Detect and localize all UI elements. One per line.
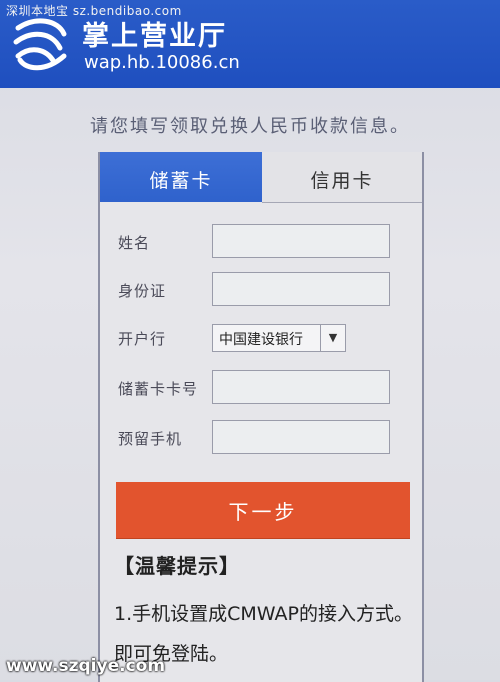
form-row-id: 身份证 bbox=[100, 272, 422, 312]
name-label: 姓名 bbox=[118, 234, 151, 252]
bank-select[interactable]: 中国建设银行 ▼ bbox=[212, 324, 346, 352]
name-input[interactable] bbox=[212, 224, 390, 258]
tab-debit-card[interactable]: 储蓄卡 bbox=[100, 152, 262, 202]
site-url: wap.hb.10086.cn bbox=[84, 52, 240, 73]
phone-label: 预留手机 bbox=[118, 430, 183, 448]
instruction-text: 请您填写领取兑换人民币收款信息。 bbox=[90, 116, 410, 137]
next-step-button[interactable]: 下一步 bbox=[116, 482, 410, 538]
header-bar: 掌上营业厅 wap.hb.10086.cn 深圳本地宝 sz.bendibao.… bbox=[0, 0, 500, 88]
watermark-bottom: www.szqiye.com bbox=[6, 656, 166, 676]
tab-credit-card[interactable]: 信用卡 bbox=[262, 152, 422, 203]
card-number-label: 储蓄卡卡号 bbox=[118, 380, 199, 398]
app-title: 掌上营业厅 bbox=[82, 21, 227, 52]
bank-label: 开户行 bbox=[118, 330, 167, 348]
form-row-bank: 开户行 中国建设银行 ▼ bbox=[100, 320, 422, 360]
tips-title: 【温馨提示】 bbox=[114, 554, 240, 578]
card-number-input[interactable] bbox=[212, 370, 390, 404]
bank-select-value: 中国建设银行 bbox=[219, 332, 303, 348]
form-row-card-number: 储蓄卡卡号 bbox=[100, 370, 422, 410]
form-panel: 储蓄卡 信用卡 姓名 身份证 开户行 中国建设银行 ▼ 储蓄卡卡号 预留手机 下… bbox=[98, 152, 424, 682]
china-mobile-logo-icon bbox=[13, 18, 67, 71]
chevron-down-icon[interactable]: ▼ bbox=[320, 325, 345, 351]
phone-input[interactable] bbox=[212, 420, 390, 454]
id-card-label: 身份证 bbox=[118, 282, 167, 300]
watermark-top: 深圳本地宝 sz.bendibao.com bbox=[6, 4, 182, 18]
card-type-tabs: 储蓄卡 信用卡 bbox=[100, 152, 422, 203]
form-row-phone: 预留手机 bbox=[100, 420, 422, 460]
id-card-input[interactable] bbox=[212, 272, 390, 306]
form-row-name: 姓名 bbox=[100, 224, 422, 264]
